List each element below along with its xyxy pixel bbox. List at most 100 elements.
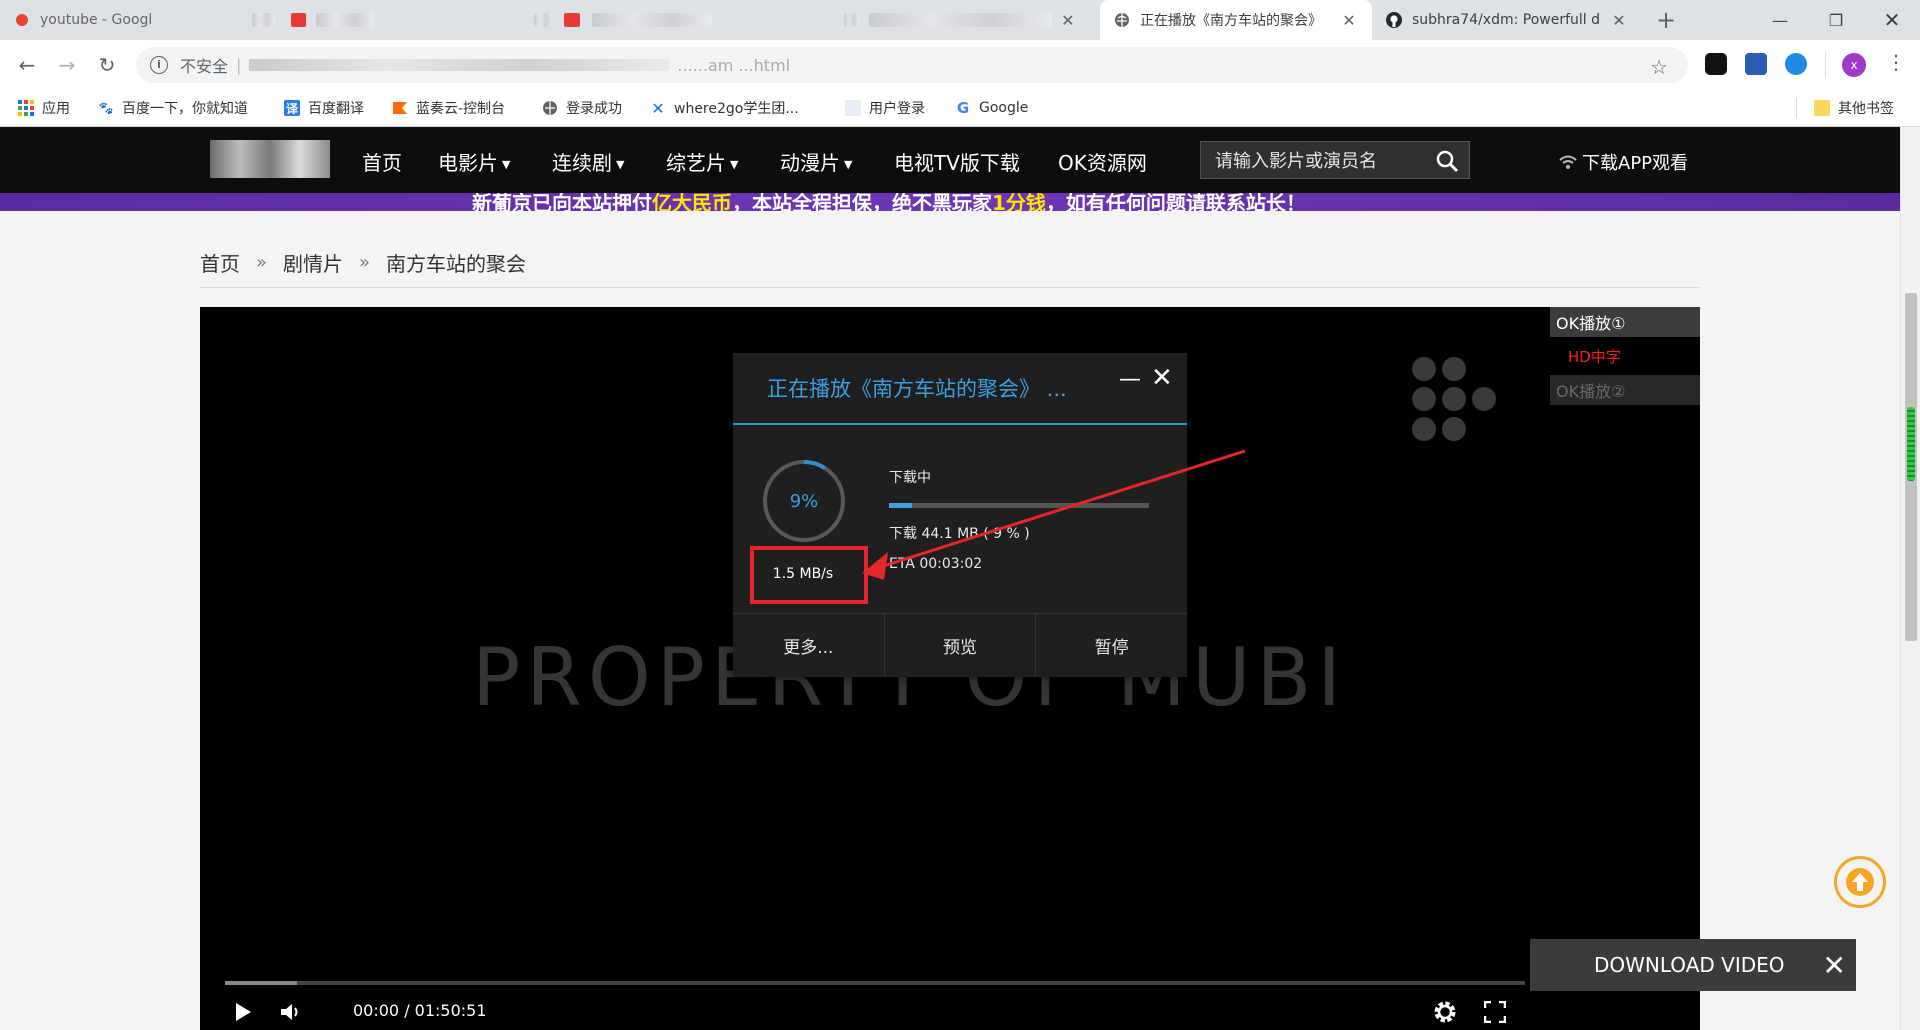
obscured-title: [868, 13, 1052, 27]
tab-obscured-2[interactable]: [520, 0, 820, 40]
nav-movies[interactable]: 电影片 ▼: [438, 147, 510, 176]
tab-obscured-1[interactable]: [238, 0, 388, 40]
dialog-actions: 更多... 预览 暂停: [733, 613, 1187, 677]
download-app-link[interactable]: 下载APP观看: [1558, 149, 1688, 175]
bookmark-label: 蓝奏云-控制台: [416, 101, 506, 117]
banner-text-b: ，本站全程担保，绝不黑玩家: [732, 193, 992, 211]
fullscreen-button[interactable]: [1480, 997, 1510, 1027]
close-icon[interactable]: ✕: [1823, 949, 1846, 982]
tab-title: 正在播放《南方车站的聚会》: [1140, 13, 1322, 29]
scroll-indicator-widget[interactable]: [1907, 407, 1915, 481]
promo-banner[interactable]: 新葡京已向本站押付亿大民币，本站全程担保，绝不黑玩家1分钱，如有任何问题请联系站…: [0, 193, 1900, 211]
bookmark-baidu[interactable]: 🐾 百度一下，你就知道: [98, 98, 248, 118]
forward-icon: →: [58, 53, 76, 77]
chevron-down-icon: ▼: [730, 158, 739, 171]
nav-variety[interactable]: 综艺片 ▼: [666, 147, 738, 176]
volume-button[interactable]: [276, 997, 306, 1027]
obscured-favicon: [534, 13, 552, 27]
seek-bar[interactable]: [225, 981, 1525, 985]
nav-tv-download[interactable]: 电视TV版下载: [894, 147, 1020, 176]
star-icon[interactable]: ☆: [1650, 55, 1668, 79]
source-ok-1[interactable]: OK播放①: [1550, 307, 1700, 337]
minimize-window-button[interactable]: —: [1752, 0, 1808, 40]
play-icon: [236, 1003, 251, 1021]
extension-icon-blue[interactable]: [1745, 53, 1767, 75]
page-scrollbar[interactable]: [1900, 127, 1920, 1030]
playback-time: 00:00 / 01:50:51: [353, 1001, 487, 1020]
back-button[interactable]: ←: [12, 50, 42, 80]
banner-text-a: 新葡京已向本站押付: [472, 193, 652, 211]
minimize-icon[interactable]: —: [1119, 367, 1141, 392]
reload-button[interactable]: ↻: [92, 50, 122, 80]
nav-ok-resource[interactable]: OK资源网: [1058, 147, 1147, 176]
restore-window-button[interactable]: ❐: [1808, 0, 1864, 40]
upload-extension-icon[interactable]: [1785, 53, 1807, 75]
bookmark-apps[interactable]: 应用: [18, 98, 70, 118]
tab-close-icon[interactable]: ✕: [1340, 11, 1358, 30]
info-icon[interactable]: i: [150, 56, 168, 74]
buffered-progress: [225, 981, 297, 985]
red-favicon: [564, 13, 580, 27]
breadcrumb-current: 南方车站的聚会: [386, 252, 527, 276]
tab-obscured-3[interactable]: ✕: [830, 0, 1090, 40]
play-button[interactable]: [228, 997, 258, 1027]
download-progress-bar: [889, 503, 1149, 508]
nav-series[interactable]: 连续剧 ▼: [552, 147, 624, 176]
tab-youtube[interactable]: youtube - Googl: [0, 0, 220, 40]
red-favicon: [291, 13, 307, 27]
bookmark-lanzou[interactable]: 蓝奏云-控制台: [392, 98, 505, 118]
wifi-icon: [1559, 155, 1577, 169]
breadcrumb-genre[interactable]: 剧情片: [283, 248, 343, 277]
breadcrumb-divider: [200, 287, 1700, 288]
source-list: OK播放① HD中字 OK播放②: [1550, 307, 1700, 405]
preview-button[interactable]: 预览: [885, 614, 1037, 677]
download-dialog: 正在播放《南方车站的聚会》 ... — ✕ 9% 1.5 MB/s 下载中 下载…: [733, 353, 1187, 677]
bookmark-where2go[interactable]: ✕ where2go学生团...: [650, 98, 798, 118]
bookmark-other-folder[interactable]: 其他书签: [1814, 98, 1894, 118]
nav-anime[interactable]: 动漫片 ▼: [780, 147, 852, 176]
chevron-down-icon: ▼: [502, 158, 511, 171]
new-tab-button[interactable]: +: [1652, 6, 1680, 34]
bookmark-label: 百度一下，你就知道: [122, 101, 248, 117]
chevron-down-icon: ▼: [844, 158, 853, 171]
download-video-bar[interactable]: DOWNLOAD VIDEO ✕: [1530, 939, 1856, 991]
fullscreen-icon: [1484, 1001, 1506, 1023]
obscured-url: [249, 59, 670, 71]
obscured-favicon: [844, 13, 859, 27]
download-video-label: DOWNLOAD VIDEO: [1594, 953, 1785, 977]
source-ok-2[interactable]: OK播放②: [1550, 375, 1700, 405]
google-favicon-icon: [14, 12, 30, 28]
close-icon[interactable]: ✕: [1151, 363, 1173, 393]
close-window-button[interactable]: ✕: [1864, 0, 1920, 40]
breadcrumb-home[interactable]: 首页: [200, 248, 240, 277]
site-logo-obscured[interactable]: [210, 140, 330, 178]
search-icon[interactable]: [1435, 149, 1459, 173]
chrome-menu-icon[interactable]: ⋮: [1886, 50, 1906, 74]
download-speed: 1.5 MB/s: [772, 566, 834, 582]
tab-now-playing[interactable]: 正在播放《南方车站的聚会》 ✕: [1100, 0, 1372, 40]
tab-github-xdm[interactable]: subhra74/xdm: Powerfull d ✕: [1372, 0, 1642, 40]
bookmark-google[interactable]: G Google: [955, 98, 1029, 118]
tab-close-icon[interactable]: ✕: [1610, 11, 1628, 30]
obscured-favicon: [252, 13, 276, 27]
more-button[interactable]: 更多...: [733, 614, 885, 677]
where2go-icon: ✕: [651, 98, 665, 118]
episode-hd-sub[interactable]: HD中字: [1550, 337, 1700, 375]
bookmark-label: 其他书签: [1838, 101, 1894, 117]
bookmark-baidu-translate[interactable]: 译 百度翻译: [284, 98, 364, 118]
tab-close-icon[interactable]: ✕: [1060, 11, 1076, 30]
site-search-input[interactable]: 请输入影片或演员名: [1200, 141, 1470, 179]
progress-percent: 9%: [789, 490, 819, 512]
profile-avatar[interactable]: x: [1842, 53, 1866, 77]
baidu-paw-icon: 🐾: [98, 101, 114, 115]
address-bar[interactable]: i 不安全 | ......am ...html ☆: [136, 47, 1688, 83]
forward-button[interactable]: →: [52, 50, 82, 80]
bookmark-login-success[interactable]: 登录成功: [542, 98, 622, 118]
settings-button[interactable]: [1430, 997, 1460, 1027]
back-to-top-button[interactable]: [1834, 856, 1886, 908]
pause-button[interactable]: 暂停: [1036, 614, 1187, 677]
translate-icon: 译: [284, 100, 300, 116]
bookmark-user-login[interactable]: 用户登录: [845, 98, 925, 118]
nav-home[interactable]: 首页: [362, 147, 402, 176]
tampermonkey-extension-icon[interactable]: [1705, 53, 1727, 75]
